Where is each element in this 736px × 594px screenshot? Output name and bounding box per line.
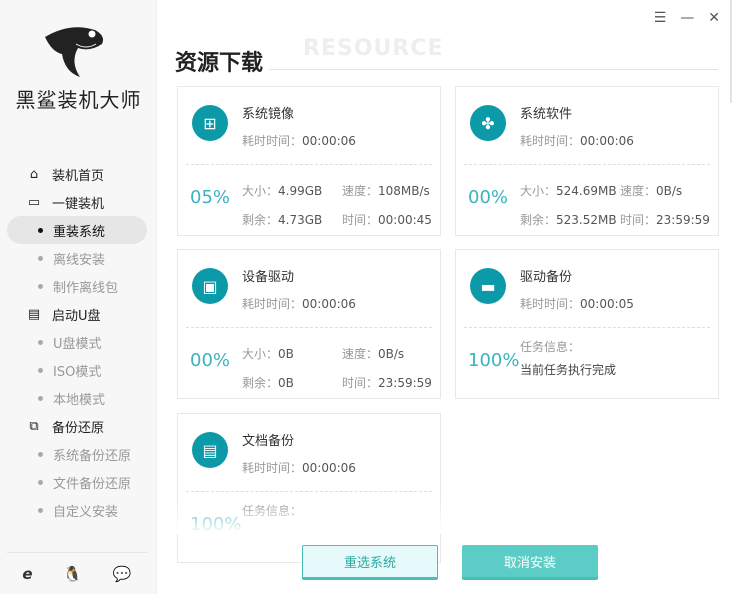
wechat-icon[interactable]: 💬: [113, 565, 132, 583]
card-name: 系统镜像: [242, 107, 295, 122]
sidebar-group-0[interactable]: ⌂ 装机首页: [0, 160, 157, 188]
eta: 时间：23:59:59: [620, 213, 710, 227]
usb-icon: ▤: [27, 306, 41, 322]
download-card: ▤ 文档备份 耗时时间：00:00:06 100%任务信息：: [177, 413, 441, 563]
sidebar-nav: ⌂ 装机首页 ▭ 一键装机 重装系统 离线安装 制作离线包 ▤ 启动U盘 U盘模式 ISO模式 本地模…: [0, 160, 157, 524]
elapsed-time: 耗时时间：00:00:05: [520, 297, 634, 311]
page-title: 资源下载: [175, 51, 264, 76]
task-info-label: 任务信息：: [520, 340, 581, 354]
speed: 速度：108MB/s: [342, 184, 430, 198]
speed: 速度：0B/s: [620, 184, 683, 198]
elapsed-time: 耗时时间：00:00:06: [242, 297, 356, 311]
ie-icon[interactable]: e: [22, 565, 32, 583]
shark-logo: [45, 27, 104, 77]
download-card: ✤ 系统软件 耗时时间：00:00:06 00% 大小：524.69MB 速度：0…: [455, 86, 719, 236]
reselect-system-button[interactable]: 重选系统: [302, 545, 438, 580]
sidebar-item[interactable]: U盘模式: [0, 328, 157, 356]
sidebar-item[interactable]: 自定义安装: [0, 496, 157, 524]
sidebar-group-3[interactable]: ⧉ 备份还原: [0, 412, 157, 440]
task-info: 当前任务执行完成: [520, 363, 617, 377]
sidebar-item[interactable]: 本地模式: [0, 384, 157, 412]
card-name: 设备驱动: [242, 270, 295, 285]
monitor-icon: ▭: [27, 194, 41, 210]
home-icon: ⌂: [29, 166, 39, 182]
background-watermark: RESOURCE: [303, 36, 444, 61]
bullet-icon: [38, 395, 43, 401]
speed: 速度：0B/s: [342, 347, 405, 361]
divider: [269, 69, 718, 70]
main-panel: ☰ — ✕ RESOURCE 资源下载 ⊞ 系统镜像 耗时时间：00:00:06…: [157, 0, 736, 594]
remaining: 剩余：4.73GB: [242, 213, 323, 227]
sidebar-item[interactable]: 离线安装: [0, 244, 157, 272]
software-icon: ✤: [470, 105, 506, 141]
progress-percent: 00%: [468, 187, 509, 208]
size: 大小：0B: [242, 347, 294, 361]
elapsed-time: 耗时时间：00:00:06: [242, 134, 356, 148]
remaining: 剩余：0B: [242, 376, 294, 390]
size: 大小：524.69MB: [520, 184, 617, 198]
bullet-icon: [38, 255, 43, 261]
sidebar: 黑鲨装机大师 ⌂ 装机首页 ▭ 一键装机 重装系统 离线安装 制作离线包 ▤ 启动U盘 U盘模式 I…: [0, 0, 157, 594]
progress-percent: 05%: [190, 187, 231, 208]
bullet-icon: [38, 451, 43, 457]
sidebar-footer: e 🐧 💬: [7, 552, 147, 583]
windows-icon: ⊞: [192, 105, 228, 141]
close-button[interactable]: ✕: [708, 10, 720, 26]
bullet-icon: [38, 227, 43, 233]
card-name: 系统软件: [520, 107, 573, 122]
backup-icon: ⧉: [29, 418, 39, 434]
card-name: 文档备份: [242, 434, 295, 449]
card-name: 驱动备份: [520, 270, 573, 285]
scrollbar[interactable]: [730, 0, 732, 103]
menu-button[interactable]: ☰: [654, 10, 667, 26]
eta: 时间：00:00:45: [342, 213, 432, 227]
disk-icon: ▬: [470, 268, 506, 304]
download-card: ⊞ 系统镜像 耗时时间：00:00:06 05% 大小：4.99GB 速度：108…: [177, 86, 441, 236]
cancel-install-button[interactable]: 取消安装: [462, 545, 598, 580]
bullet-icon: [38, 479, 43, 485]
bullet-icon: [38, 283, 43, 289]
sidebar-item[interactable]: 系统备份还原: [0, 440, 157, 468]
elapsed-time: 耗时时间：00:00:06: [242, 461, 356, 475]
bullet-icon: [38, 367, 43, 373]
download-card: ▣ 设备驱动 耗时时间：00:00:06 00% 大小：0B 速度：0B/s 剩余…: [177, 249, 441, 399]
minimize-button[interactable]: —: [680, 10, 694, 26]
sidebar-item[interactable]: 制作离线包: [0, 272, 157, 300]
progress-percent: 100%: [468, 350, 520, 371]
sidebar-group-1[interactable]: ▭ 一键装机: [0, 188, 157, 216]
download-card: ▬ 驱动备份 耗时时间：00:00:05 100% 任务信息： 当前任务执行完成: [455, 249, 719, 399]
remaining: 剩余：523.52MB: [520, 213, 617, 227]
progress-percent: 00%: [190, 350, 231, 371]
bullet-icon: [38, 339, 43, 345]
document-icon: ▤: [192, 432, 228, 468]
elapsed-time: 耗时时间：00:00:06: [520, 134, 634, 148]
sidebar-item[interactable]: 重装系统: [7, 216, 147, 244]
eta: 时间：23:59:59: [342, 376, 432, 390]
brand-name: 黑鲨装机大师: [15, 88, 142, 112]
sidebar-item[interactable]: 文件备份还原: [0, 468, 157, 496]
sidebar-group-2[interactable]: ▤ 启动U盘: [0, 300, 157, 328]
size: 大小：4.99GB: [242, 184, 323, 198]
bullet-icon: [38, 507, 43, 513]
qq-icon[interactable]: 🐧: [63, 565, 82, 583]
driver-icon: ▣: [192, 268, 228, 304]
sidebar-item[interactable]: ISO模式: [0, 356, 157, 384]
